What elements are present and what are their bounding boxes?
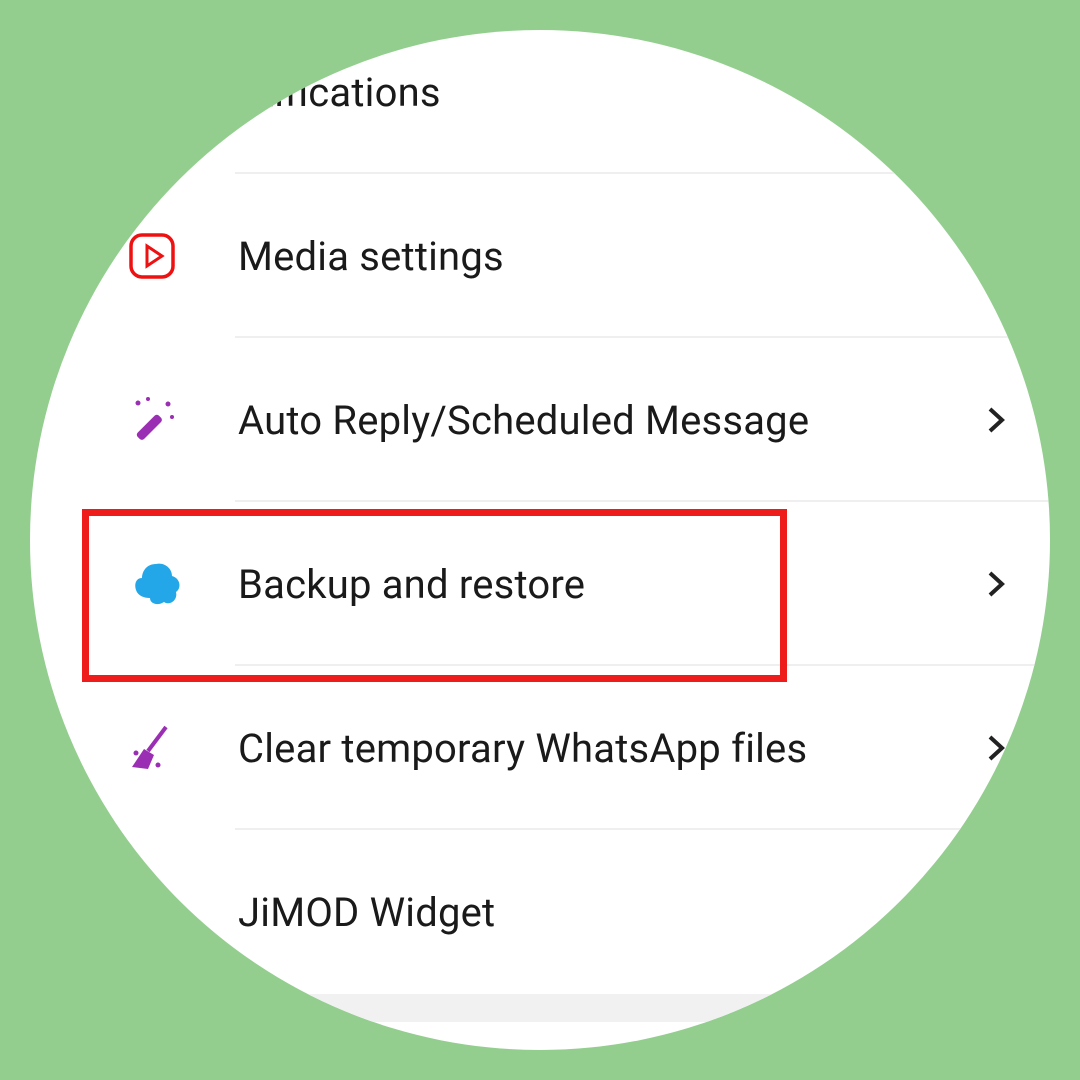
settings-viewport: otifications Media settings [30, 30, 1050, 1050]
settings-item-label: Auto Reply/Scheduled Message [238, 397, 809, 444]
chevron-right-icon [982, 570, 1010, 598]
settings-item-widget[interactable]: JiMOD Widget [30, 830, 1050, 994]
settings-item-clear[interactable]: Clear temporary WhatsApp files [30, 666, 1050, 830]
section-separator [30, 994, 1050, 1022]
settings-item-autoreply[interactable]: Auto Reply/Scheduled Message [30, 338, 1050, 502]
settings-item-label: JiMOD Widget [238, 889, 495, 936]
widget-icon [128, 888, 238, 936]
magic-wand-icon [128, 395, 238, 445]
play-icon [128, 232, 238, 280]
settings-item-label: otifications [238, 69, 441, 116]
broom-icon [128, 723, 238, 773]
chevron-right-icon [982, 406, 1010, 434]
settings-item-media[interactable]: Media settings [30, 174, 1050, 338]
settings-item-label: Media settings [238, 233, 504, 280]
highlight-annotation [82, 509, 787, 682]
settings-item-notifications[interactable]: otifications [30, 30, 1050, 174]
chevron-right-icon [982, 734, 1010, 762]
settings-item-label: Clear temporary WhatsApp files [238, 725, 807, 772]
